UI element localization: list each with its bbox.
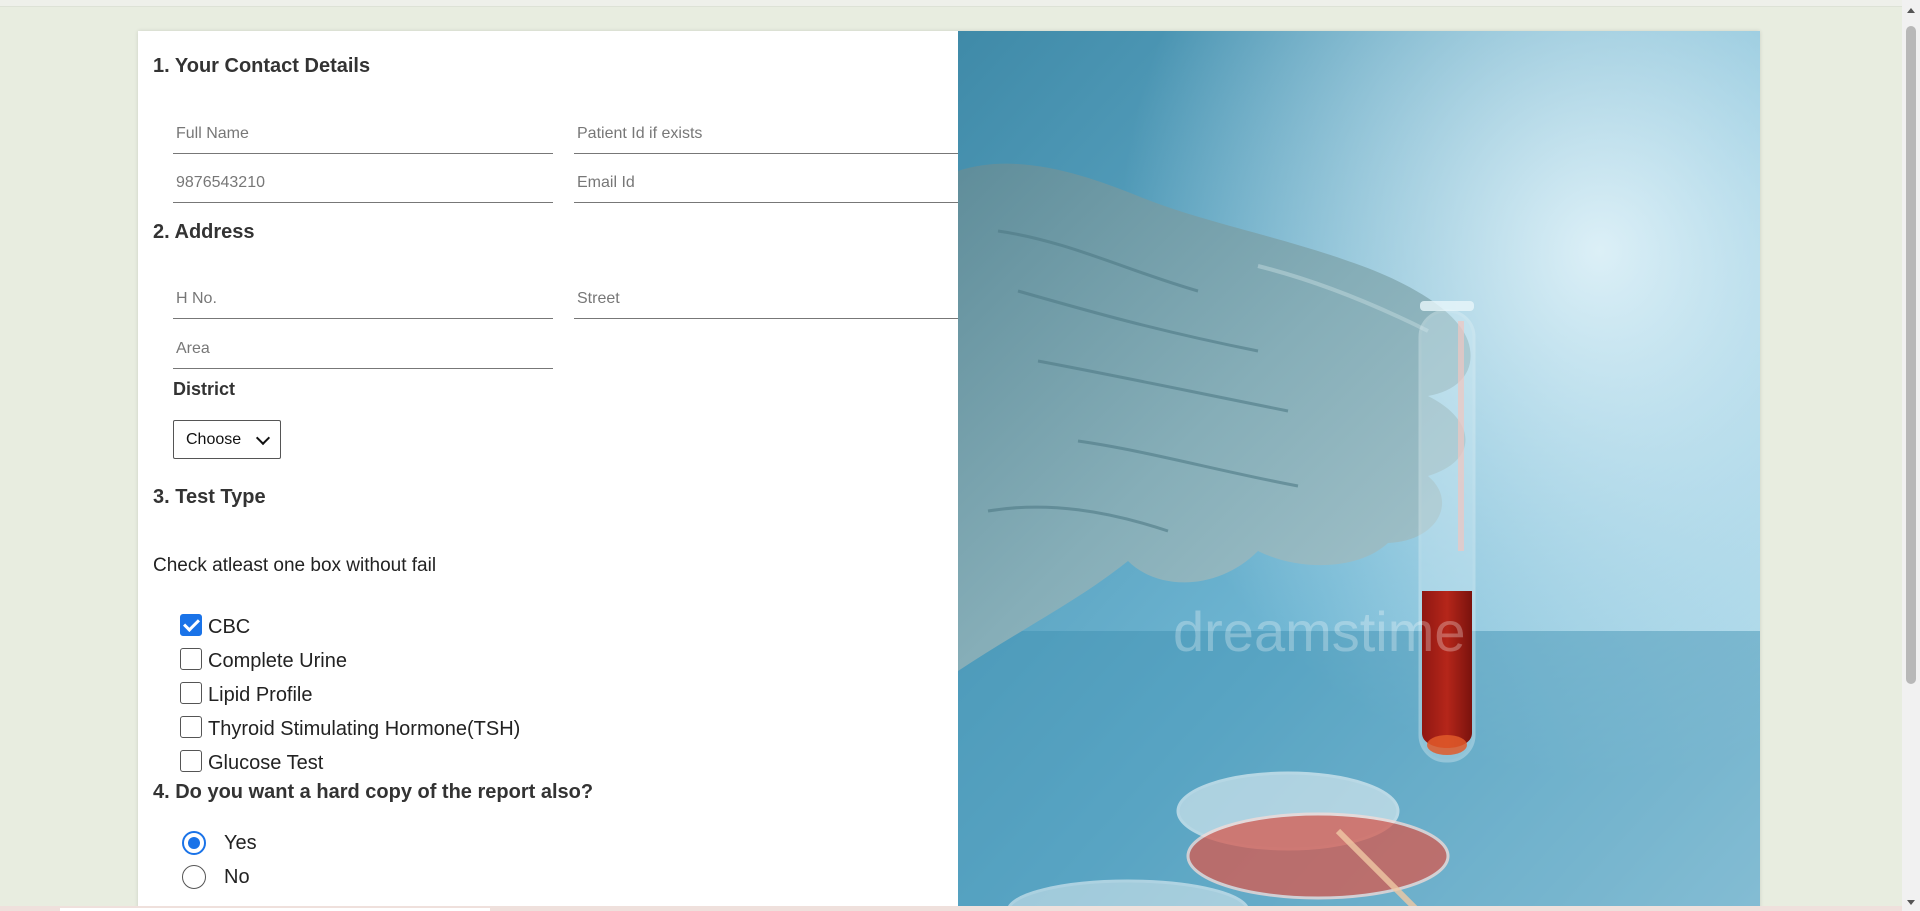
hard-copy-yes[interactable]: Yes (182, 829, 257, 857)
checkbox-tsh[interactable] (180, 716, 202, 738)
email-input[interactable] (574, 163, 958, 203)
section-title-hard-copy: 4. Do you want a hard copy of the report… (153, 781, 594, 803)
district-select-value: Choose (186, 430, 242, 448)
test-option-label: Complete Urine (208, 649, 347, 672)
checkbox-glucose[interactable] (180, 750, 202, 772)
scroll-up-arrow-icon[interactable] (1907, 8, 1915, 13)
test-option-complete-urine[interactable]: Complete Urine (180, 647, 347, 675)
test-option-lipid-profile[interactable]: Lipid Profile (180, 681, 313, 709)
test-option-label: Lipid Profile (208, 683, 313, 706)
test-type-hint: Check atleast one box without fail (153, 555, 437, 576)
checkbox-complete-urine[interactable] (180, 648, 202, 670)
patient-id-input[interactable] (574, 114, 958, 154)
radio-yes[interactable] (182, 831, 206, 855)
house-no-input[interactable] (173, 279, 553, 319)
test-option-cbc[interactable]: CBC (180, 613, 250, 641)
chevron-down-icon (255, 430, 271, 445)
test-option-label: CBC (208, 615, 251, 638)
top-border (0, 0, 1902, 7)
test-option-label: Glucose Test (208, 751, 324, 774)
lab-test-photo: dreamstime (958, 31, 1760, 911)
watermark-text: dreamstime (1173, 600, 1466, 663)
full-name-input[interactable] (173, 114, 553, 154)
section-title-address: 2. Address (153, 221, 255, 243)
section-title-test-type: 3. Test Type (153, 486, 266, 508)
test-option-tsh[interactable]: Thyroid Stimulating Hormone(TSH) (180, 715, 520, 743)
booking-form-card: 1. Your Contact Details 2. Address Distr… (138, 31, 1760, 911)
test-option-glucose[interactable]: Glucose Test (180, 749, 323, 777)
area-input[interactable] (173, 329, 553, 369)
radio-label: No (224, 865, 250, 888)
test-option-label: Thyroid Stimulating Hormone(TSH) (208, 717, 521, 740)
bottom-strip (0, 906, 1902, 911)
radio-no[interactable] (182, 865, 206, 889)
district-select[interactable]: Choose (173, 420, 281, 459)
radio-label: Yes (224, 831, 257, 854)
district-label: District (173, 379, 236, 399)
section-title-contact: 1. Your Contact Details (153, 55, 371, 77)
checkbox-lipid-profile[interactable] (180, 682, 202, 704)
checkbox-cbc[interactable] (180, 614, 202, 636)
booking-form: 1. Your Contact Details 2. Address Distr… (138, 31, 958, 911)
scroll-down-arrow-icon[interactable] (1907, 900, 1915, 905)
scrollbar-thumb[interactable] (1906, 26, 1916, 684)
hard-copy-no[interactable]: No (182, 863, 250, 891)
gloved-hand-test-tube-image: dreamstime (958, 31, 1760, 911)
street-input[interactable] (574, 279, 958, 319)
vertical-scrollbar[interactable] (1902, 0, 1920, 911)
phone-input[interactable] (173, 163, 553, 203)
